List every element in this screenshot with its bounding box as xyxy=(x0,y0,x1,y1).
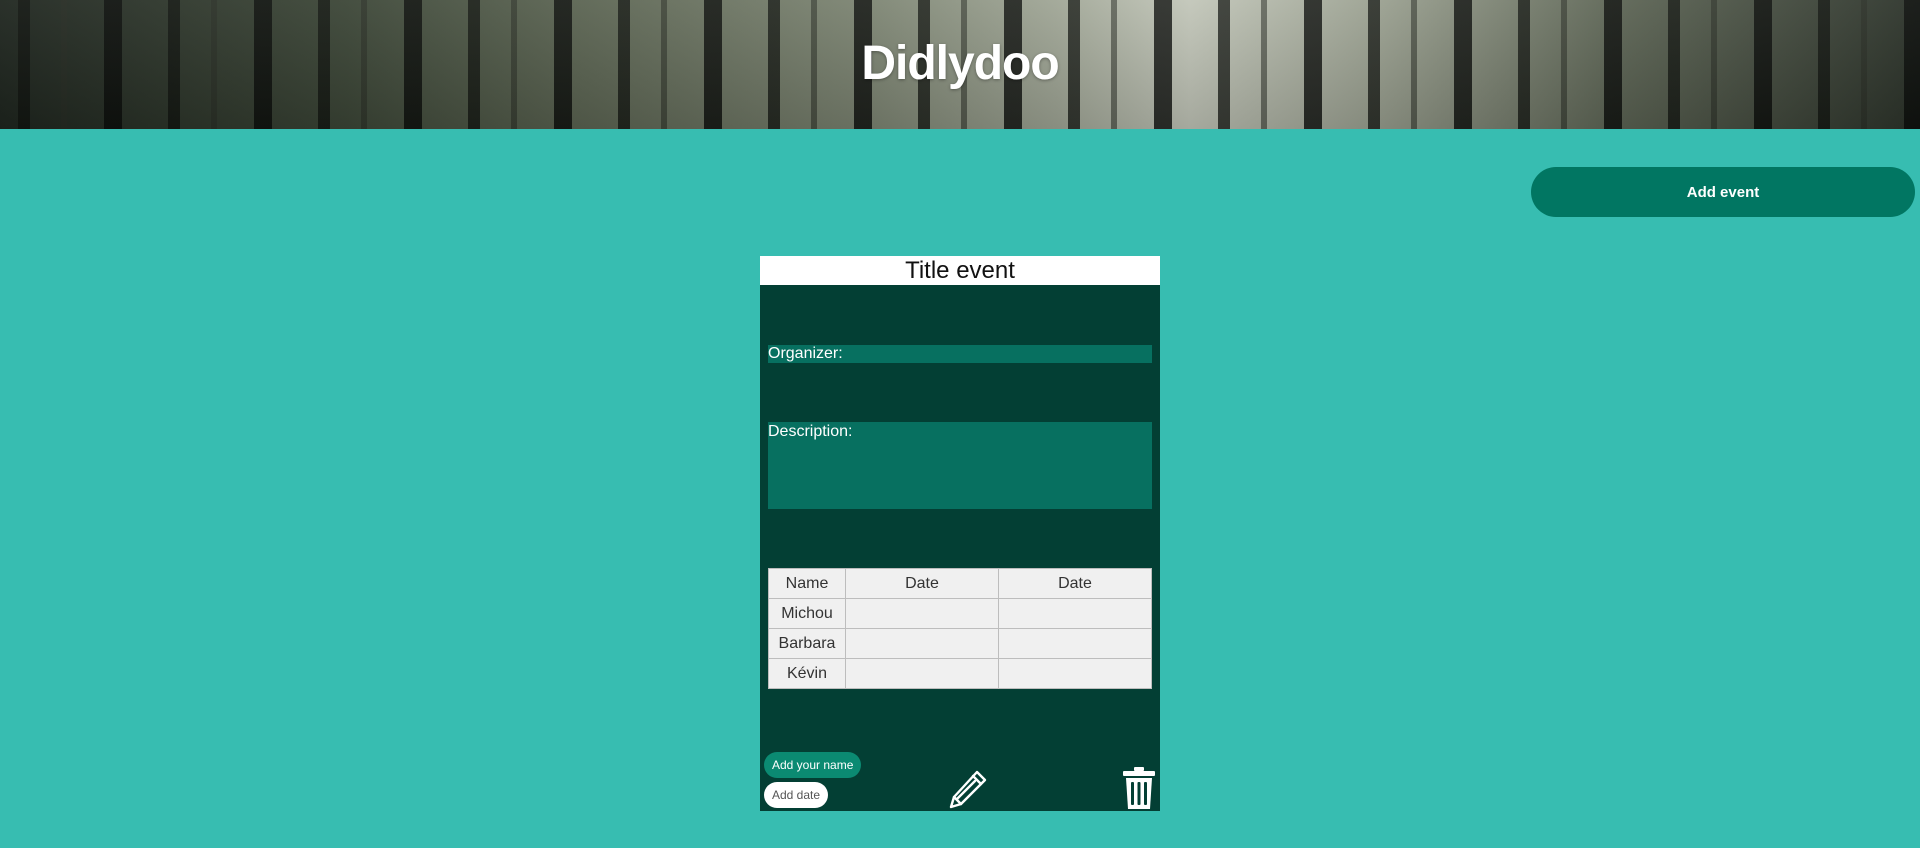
column-header-date: Date xyxy=(845,568,999,599)
add-your-name-button[interactable]: Add your name xyxy=(764,752,862,778)
event-title[interactable]: Title event xyxy=(760,256,1160,285)
date-cell[interactable] xyxy=(998,658,1152,689)
date-cell[interactable] xyxy=(845,658,999,689)
header-banner: Didlydoo xyxy=(0,0,1920,129)
organizer-field[interactable]: Organizer: xyxy=(768,345,1152,363)
organizer-label: Organizer: xyxy=(768,345,843,362)
description-field[interactable]: Description: xyxy=(768,422,1152,509)
add-date-button[interactable]: Add date xyxy=(764,782,829,808)
site-title: Didlydoo xyxy=(861,37,1059,90)
date-cell[interactable] xyxy=(998,598,1152,629)
date-cell[interactable] xyxy=(845,598,999,629)
attendee-name: Kévin xyxy=(768,658,846,689)
attendance-table: Name Date Date Michou Barbara Kévin xyxy=(768,568,1152,689)
table-row: Kévin xyxy=(768,658,1152,689)
event-card: Title event Organizer: Description: Name… xyxy=(760,256,1160,811)
attendee-name: Michou xyxy=(768,598,846,629)
table-row: Michou xyxy=(768,598,1152,629)
attendee-name: Barbara xyxy=(768,628,846,659)
add-event-button[interactable]: Add event xyxy=(1531,167,1915,217)
description-label: Description: xyxy=(768,423,853,440)
date-cell[interactable] xyxy=(998,628,1152,659)
column-header-date: Date xyxy=(998,568,1152,599)
column-header-name: Name xyxy=(768,568,846,599)
table-row: Barbara xyxy=(768,628,1152,659)
table-header-row: Name Date Date xyxy=(768,568,1152,599)
pencil-icon[interactable] xyxy=(946,767,990,811)
trash-icon[interactable] xyxy=(1122,766,1156,810)
date-cell[interactable] xyxy=(845,628,999,659)
